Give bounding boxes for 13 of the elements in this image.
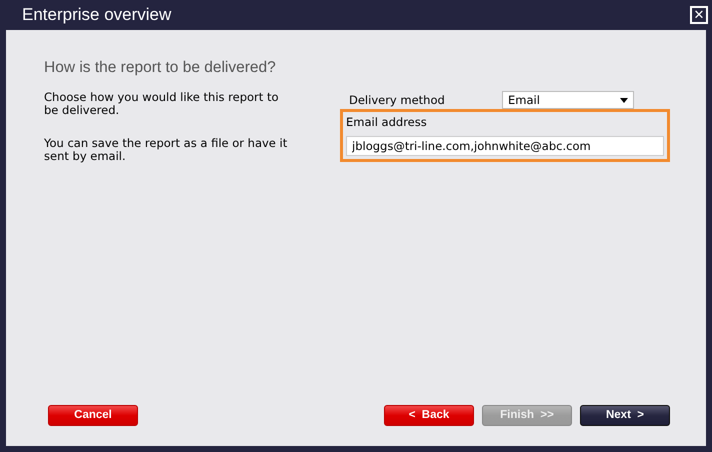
next-button[interactable]: Next > [580,405,670,426]
description-text: You can save the report as a file or have it sent by email. [44,137,288,164]
delivery-method-dropdown[interactable]: Email [502,91,634,110]
description-text: Choose how you would like this report to be delivered. [44,91,280,118]
close-button[interactable]: × [690,6,708,24]
email-field[interactable]: jbloggs@tri-line.com,johnwhite@abc.com [346,136,664,156]
caret-icon [620,98,628,103]
cancel-button[interactable]: Cancel [48,405,138,426]
heading: How is the report to be delivered? [44,58,277,78]
field-label: Email address [346,114,428,132]
field-label: Delivery method [349,92,445,109]
back-button[interactable]: < Back [384,405,474,426]
window-title: Enterprise overview [22,4,172,26]
